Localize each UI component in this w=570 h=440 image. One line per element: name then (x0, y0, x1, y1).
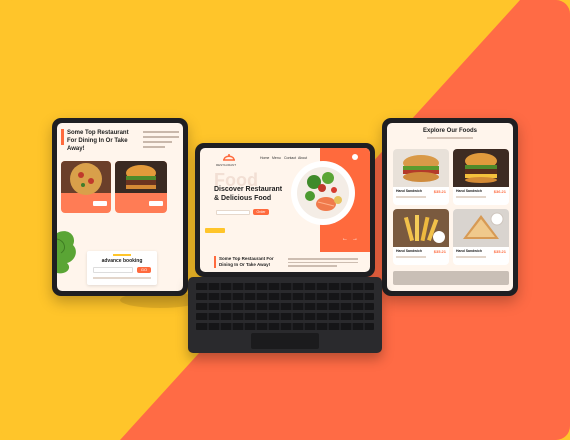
bottom-paragraph (288, 258, 358, 267)
pizza-image (61, 161, 111, 206)
food-name-1: Hand Sandwich (396, 189, 423, 193)
arrow-left-icon[interactable]: ← (342, 236, 348, 242)
left-paragraph (143, 131, 179, 148)
food-card-2[interactable]: Hand Sandwich $36.21 (453, 149, 509, 205)
food-price-4: $35.21 (493, 249, 506, 254)
brand-name: RESTAURANT (216, 163, 237, 167)
booking-box: advance booking GO (87, 251, 157, 285)
food-price-3: $35.21 (433, 249, 446, 254)
left-heading: Some Top Restaurant For Dining In Or Tak… (67, 130, 129, 152)
food-price-2: $36.21 (493, 189, 506, 194)
explore-title: Explore Our Foods (422, 128, 477, 134)
heading-accent-bar (61, 129, 64, 145)
keyboard (188, 277, 382, 353)
food-name-4: Hand Sandwich (456, 249, 483, 253)
explore-subtitle (427, 137, 473, 139)
bottom-heading: Some Top Restaurant For Dining In Or Tak… (219, 256, 274, 267)
food-row-peek (393, 271, 509, 285)
left-tablet-screen: Some Top Restaurant For Dining In Or Tak… (57, 123, 183, 291)
right-tablet-screen: Explore Our Foods Hand Sandwich $35.21 H… (387, 123, 513, 291)
food-name-3: Hand Sandwich (396, 249, 423, 253)
booking-input[interactable] (93, 267, 133, 273)
arrow-right-icon[interactable]: → (352, 236, 358, 242)
nav-home[interactable]: Home (260, 156, 269, 160)
pizza-card[interactable] (61, 161, 111, 213)
toast-image (453, 209, 509, 247)
left-tablet: Some Top Restaurant For Dining In Or Tak… (52, 118, 188, 296)
hero-order-button[interactable]: Order (253, 209, 269, 215)
food-card-3[interactable]: Hand Sandwich $35.21 (393, 209, 449, 265)
nav-menu[interactable]: Menu (272, 156, 281, 160)
keyboard-keys (196, 283, 374, 349)
dish-logo-icon (223, 154, 235, 161)
center-tablet: RESTAURANT Home Menu Contact About Food … (195, 143, 375, 277)
hero-title: Discover Restaurant & Delicious Food (214, 186, 283, 202)
burger-card[interactable] (115, 161, 167, 213)
burger-image (115, 161, 167, 206)
hero-yellow-tag (205, 228, 225, 233)
right-tablet: Explore Our Foods Hand Sandwich $35.21 H… (382, 118, 518, 296)
food-card-1[interactable]: Hand Sandwich $35.21 (393, 149, 449, 205)
salad-plate-image (291, 161, 355, 225)
booking-go-button[interactable]: GO (137, 267, 151, 273)
food-name-2: Hand Sandwich (456, 189, 483, 193)
food-price-1: $35.21 (433, 189, 446, 194)
fries-image (393, 209, 449, 247)
lettuce-image (57, 231, 76, 274)
hero-input[interactable] (216, 210, 250, 215)
booking-title: advance booking (101, 258, 143, 264)
sandwich-image (393, 149, 449, 187)
burger-image (453, 149, 509, 187)
booking-details (93, 277, 151, 279)
bottom-accent-bar (214, 256, 216, 268)
food-card-4[interactable]: Hand Sandwich $35.21 (453, 209, 509, 265)
center-tablet-screen: RESTAURANT Home Menu Contact About Food … (200, 148, 370, 272)
